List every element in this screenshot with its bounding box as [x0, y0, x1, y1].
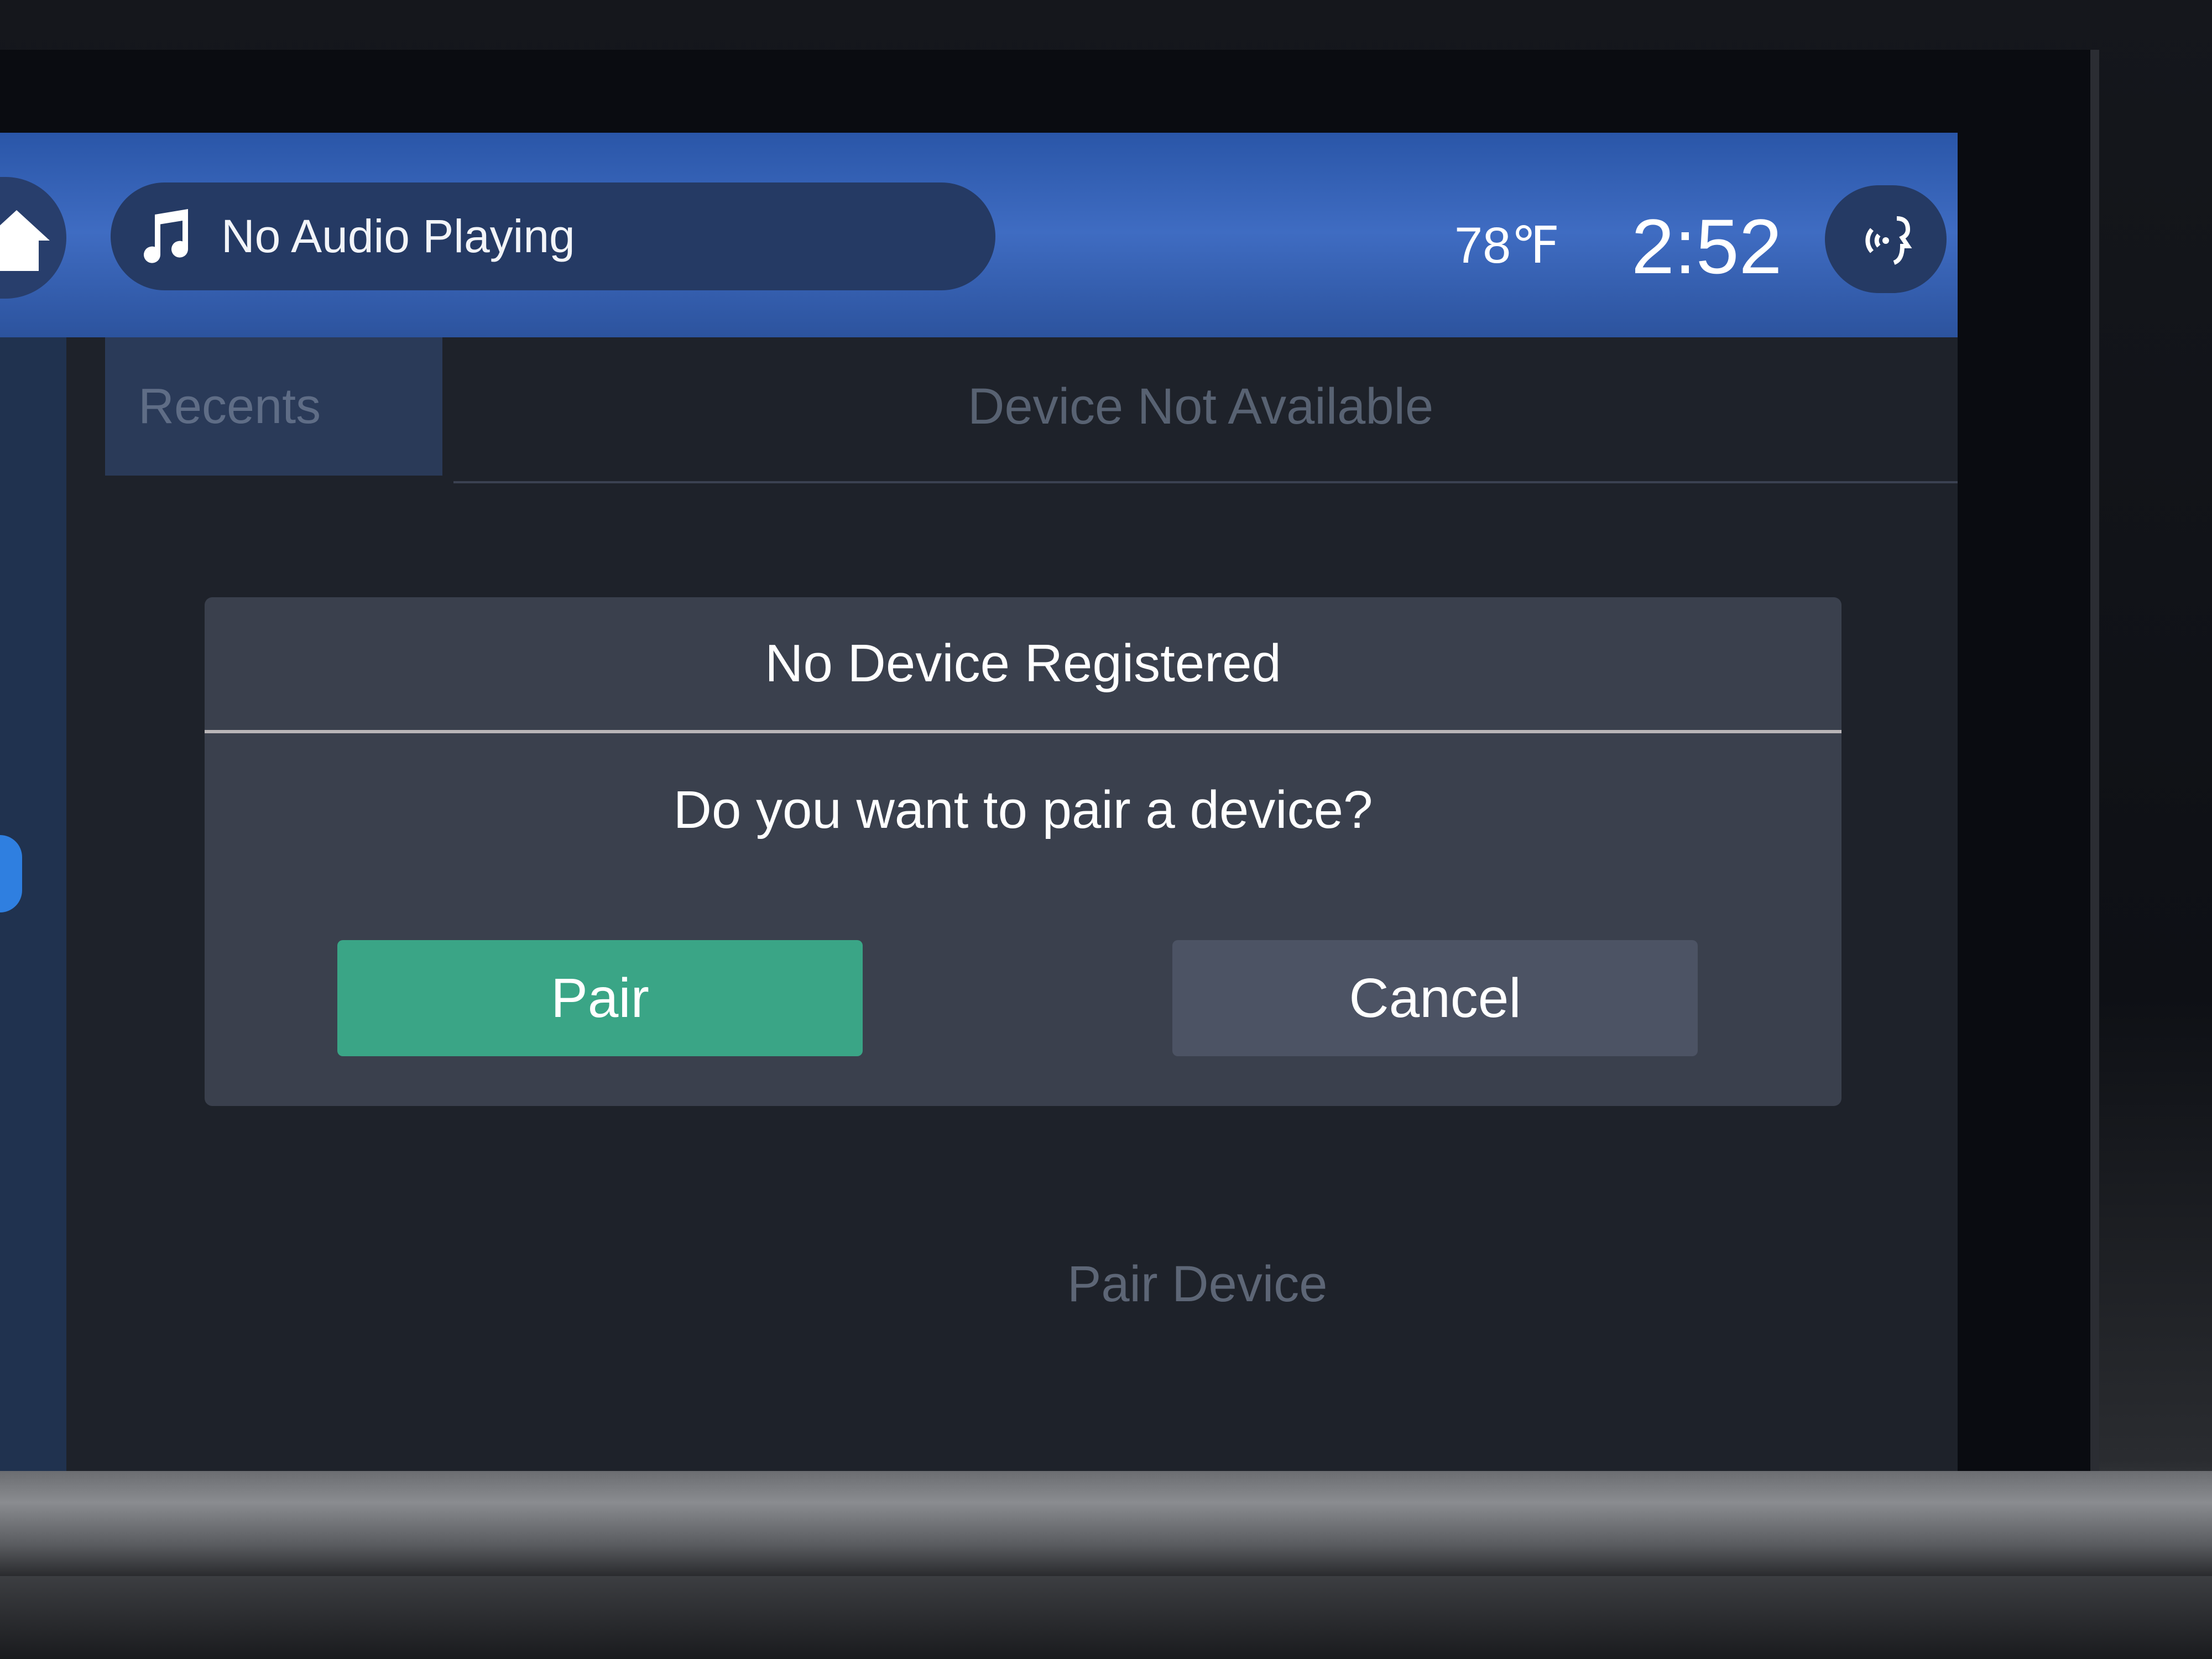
clock: 2:52: [1631, 203, 1782, 290]
voice-command-button[interactable]: [1825, 185, 1947, 293]
pair-dialog: No Device Registered Do you want to pair…: [205, 597, 1841, 1106]
dialog-title: No Device Registered: [765, 634, 1281, 693]
dialog-message: Do you want to pair a device?: [673, 780, 1373, 839]
pair-button[interactable]: Pair: [337, 940, 863, 1056]
cancel-button[interactable]: Cancel: [1172, 940, 1698, 1056]
tab-recents[interactable]: Recents: [105, 337, 442, 476]
tab-recents-label: Recents: [138, 378, 321, 434]
home-button[interactable]: [0, 177, 66, 299]
music-note-icon: [144, 208, 189, 263]
dashboard-trim: [0, 1471, 2212, 1576]
pair-device-link[interactable]: Pair Device: [1067, 1255, 1327, 1313]
dialog-divider: [205, 730, 1841, 733]
outside-temperature: 78℉: [1454, 217, 1559, 274]
voice-command-icon: [1865, 216, 1912, 265]
audio-status-label: No Audio Playing: [221, 210, 575, 262]
divider: [453, 481, 1958, 483]
status-bar: No Audio Playing 78℉ 2:52: [0, 133, 1958, 354]
infotainment-screen: No Audio Playing 78℉ 2:52 Recents Device…: [0, 133, 1958, 1471]
left-rail: [0, 337, 66, 1471]
side-handle[interactable]: [0, 835, 22, 912]
device-status-text: Device Not Available: [968, 378, 1434, 435]
audio-source-button[interactable]: No Audio Playing: [111, 182, 995, 290]
